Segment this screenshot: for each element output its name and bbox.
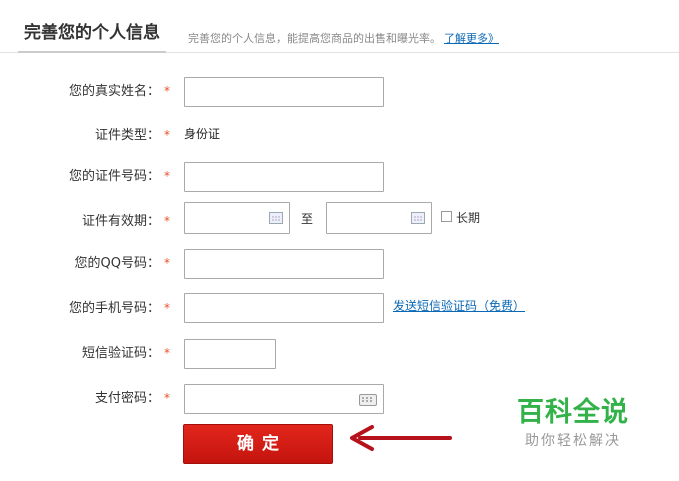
long-term-checkbox[interactable] <box>441 211 452 222</box>
long-term-label: 长期 <box>456 211 481 225</box>
id-type-value: 身份证 <box>184 127 221 141</box>
required-mark: * <box>164 346 170 360</box>
sms-code-input[interactable] <box>184 339 276 369</box>
qq-number-input[interactable] <box>184 249 384 279</box>
required-mark: * <box>164 391 170 405</box>
required-mark: * <box>164 256 170 270</box>
required-mark: * <box>164 301 170 315</box>
calendar-icon[interactable] <box>411 212 425 224</box>
page-header: 完善您的个人信息 完善您的个人信息，能提高您商品的出售和曝光率。 了解更多》 <box>0 0 679 53</box>
real-name-input[interactable] <box>184 77 384 107</box>
mobile-number-label: 您的手机号码： * <box>68 301 170 316</box>
required-mark: * <box>164 169 170 183</box>
page-title: 完善您的个人信息 <box>18 18 166 53</box>
qq-number-label: 您的QQ号码： * <box>74 256 170 271</box>
sms-code-label: 短信验证码： * <box>81 346 170 361</box>
validity-start-date-input[interactable] <box>184 202 290 234</box>
watermark: 百科全说 助你轻松解决 <box>498 390 648 450</box>
confirm-button[interactable]: 确定 <box>183 424 333 464</box>
real-name-label: 您的真实姓名： * <box>68 84 170 99</box>
validity-end-date-input[interactable] <box>326 202 432 234</box>
watermark-title: 百科全说 <box>517 397 629 428</box>
payment-password-label: 支付密码： * <box>94 391 170 406</box>
page-description: 完善您的个人信息，能提高您商品的出售和曝光率。 了解更多》 <box>188 30 499 46</box>
id-type-label: 证件类型： * <box>94 128 170 143</box>
pointer-arrow-icon <box>350 425 452 451</box>
send-sms-code-link[interactable]: 发送短信验证码（免费） <box>393 297 525 314</box>
calendar-icon[interactable] <box>269 212 283 224</box>
mobile-number-input[interactable] <box>184 293 384 323</box>
required-mark: * <box>164 84 170 98</box>
required-mark: * <box>164 128 170 142</box>
payment-password-input[interactable] <box>184 384 384 414</box>
watermark-subtitle: 助你轻松解决 <box>525 433 621 449</box>
keyboard-icon[interactable] <box>359 394 377 406</box>
id-validity-label: 证件有效期： * <box>81 214 170 229</box>
learn-more-link[interactable]: 了解更多》 <box>444 32 499 45</box>
id-number-label: 您的证件号码： * <box>68 169 170 184</box>
id-number-input[interactable] <box>184 162 384 192</box>
date-range-separator: 至 <box>301 212 314 226</box>
required-mark: * <box>164 214 170 228</box>
description-text: 完善您的个人信息，能提高您商品的出售和曝光率。 <box>188 32 441 45</box>
